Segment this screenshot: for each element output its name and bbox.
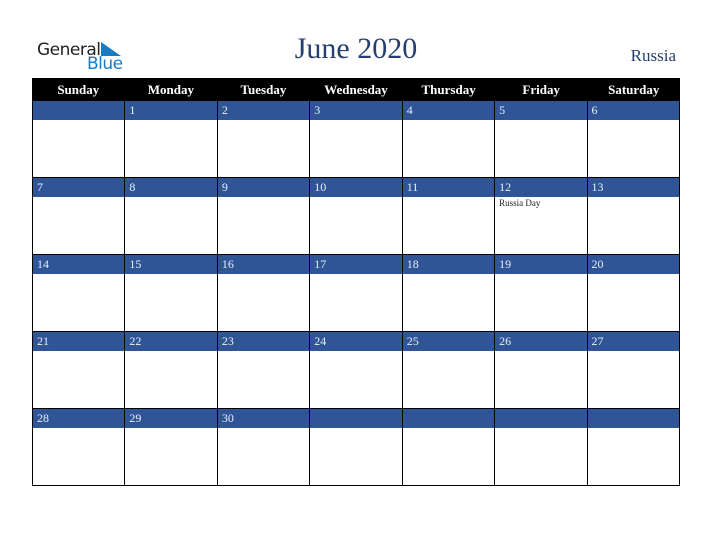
weekday-monday: Monday [147,82,194,97]
day-cell[interactable]: 23 [217,332,311,409]
date-number: 25 [402,332,495,351]
date-number: 9 [217,178,310,197]
day-cell[interactable]: 19 [495,255,588,332]
week-row: 123456 [32,101,680,178]
day-cell[interactable]: 17 [310,255,403,332]
weekday-header: Sunday Monday Tuesday Wednesday Thursday Frid… [32,78,680,101]
day-cell[interactable]: 18 [402,255,496,332]
date-number [587,409,679,428]
date-number: 21 [33,332,125,351]
date-number [495,409,587,428]
date-number: 18 [402,255,495,274]
date-number: 8 [125,178,217,197]
weekday-saturday: Saturday [608,82,660,97]
holiday-label: Russia Day [499,198,541,208]
day-cell[interactable] [402,409,496,486]
day-cell[interactable]: 13 [587,178,680,255]
date-number: 6 [587,101,679,120]
date-number: 1 [125,101,217,120]
date-number: 23 [217,332,310,351]
day-cell[interactable]: 28 [33,409,126,486]
day-cell[interactable]: 9 [217,178,311,255]
date-number: 5 [495,101,587,120]
day-cell[interactable]: 1 [125,101,218,178]
date-number: 29 [125,409,217,428]
weekday-sunday: Sunday [57,82,100,97]
calendar-title: June 2020 [294,32,418,65]
day-cell[interactable] [310,409,403,486]
week-row: 28 29 30 [32,409,680,486]
date-number: 15 [125,255,217,274]
date-number: 4 [402,101,495,120]
day-cell[interactable]: 15 [125,255,218,332]
day-cell[interactable]: 26 [495,332,588,409]
day-cell[interactable]: 6 [587,101,680,178]
day-cell[interactable]: 16 [217,255,311,332]
day-cell[interactable]: 14 [33,255,126,332]
calendar-grid: Sunday Monday Tuesday Wednesday Thursday Frid… [32,78,680,486]
week-row: 14 15 16 17 18 19 20 [32,255,680,332]
week-row: 7 8 9 10 11 12 Russia Day 13 [32,178,680,255]
day-cell[interactable]: 27 [587,332,680,409]
day-cell[interactable] [495,409,588,486]
date-number: 7 [33,178,125,197]
day-cell[interactable]: 25 [402,332,496,409]
day-cell[interactable]: 30 [217,409,311,486]
day-cell[interactable]: 7 [33,178,126,255]
day-cell[interactable]: 11 [402,178,496,255]
day-cell[interactable]: 20 [587,255,680,332]
date-number: 14 [33,255,125,274]
day-cell[interactable]: 21 [33,332,126,409]
weekday-thursday: Thursday [421,82,476,97]
day-cell[interactable]: 10 [310,178,403,255]
day-cell[interactable]: 12 Russia Day [495,178,588,255]
date-number: 30 [217,409,310,428]
weekday-tuesday: Tuesday [240,82,287,97]
day-cell[interactable]: 4 [402,101,496,178]
date-number: 2 [217,101,310,120]
date-number: 27 [587,332,679,351]
weekday-friday: Friday [522,82,560,97]
date-number: 26 [495,332,587,351]
day-cell[interactable]: 22 [125,332,218,409]
country-label: Russia [630,46,676,65]
day-cell[interactable]: 8 [125,178,218,255]
date-number [310,409,402,428]
date-number: 17 [310,255,402,274]
weekday-wednesday: Wednesday [324,82,388,97]
day-cell[interactable]: 5 [495,101,588,178]
date-number: 12 [495,178,587,197]
date-number: 3 [310,101,402,120]
day-cell[interactable]: 29 [125,409,218,486]
date-number: 28 [33,409,125,428]
date-number: 19 [495,255,587,274]
week-row: 21 22 23 24 25 26 27 [32,332,680,409]
date-number: 24 [310,332,402,351]
date-number: 13 [587,178,679,197]
day-cell[interactable]: 3 [310,101,403,178]
day-cell[interactable] [587,409,680,486]
date-number [402,409,495,428]
date-number [33,101,125,120]
date-number: 11 [402,178,495,197]
day-cell[interactable]: 2 [217,101,311,178]
date-number: 16 [217,255,310,274]
date-number: 10 [310,178,402,197]
date-number: 22 [125,332,217,351]
day-cell[interactable]: 24 [310,332,403,409]
day-cell[interactable] [33,101,126,178]
date-number: 20 [587,255,679,274]
